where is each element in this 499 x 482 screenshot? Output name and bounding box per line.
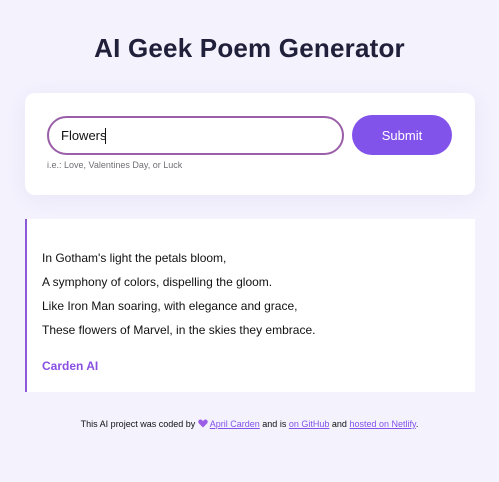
search-input-wrapper[interactable] xyxy=(47,116,344,155)
search-hint: i.e.: Love, Valentines Day, or Luck xyxy=(47,160,183,170)
netlify-link[interactable]: hosted on Netlify xyxy=(349,419,415,429)
footer-middle: and is xyxy=(262,419,287,429)
poem-line: These flowers of Marvel, in the skies th… xyxy=(42,323,316,337)
author-link[interactable]: April Carden xyxy=(198,419,260,429)
text-caret xyxy=(105,128,106,144)
footer-and: and xyxy=(331,419,347,429)
poem-card: In Gotham's light the petals bloom, A sy… xyxy=(25,219,475,392)
page-title: AI Geek Poem Generator xyxy=(94,33,405,63)
footer: This AI project was coded by April Carde… xyxy=(0,418,499,429)
footer-prefix: This AI project was coded by xyxy=(80,419,196,429)
poem-signature: Carden AI xyxy=(42,359,99,373)
github-link[interactable]: on GitHub xyxy=(289,419,330,429)
poem-line: In Gotham's light the petals bloom, xyxy=(42,251,227,265)
search-input[interactable] xyxy=(61,118,331,153)
author-link-label: April Carden xyxy=(209,419,260,429)
poem-line: Like Iron Man soaring, with elegance and… xyxy=(42,299,298,313)
search-card: Submit i.e.: Love, Valentines Day, or Lu… xyxy=(25,93,475,195)
footer-suffix: . xyxy=(415,419,419,429)
poem-line: A symphony of colors, dispelling the glo… xyxy=(42,275,273,289)
submit-button[interactable]: Submit xyxy=(352,115,452,155)
purple-heart-icon xyxy=(198,419,208,428)
